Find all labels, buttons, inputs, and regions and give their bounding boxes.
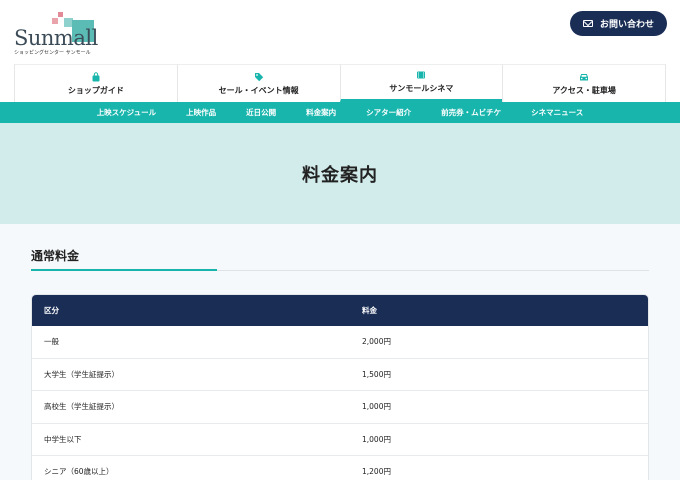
subnav-pricing[interactable]: 料金案内 [291, 107, 351, 118]
column-header-category: 区分 [44, 306, 59, 315]
logo-square-pink-2 [52, 18, 58, 24]
logo-wordmark: Sunmall [14, 26, 98, 50]
row-category: 一般 [44, 337, 59, 347]
shopping-bag-icon [92, 71, 100, 81]
sunmall-logo[interactable]: Sunmall ショッピングセンター サンモール [14, 10, 104, 56]
cinema-sub-nav: 上映スケジュール 上映作品 近日公開 料金案内 シアター紹介 前売券・ムビチケ … [0, 102, 680, 123]
subnav-cinema-news[interactable]: シネマニュース [516, 107, 598, 118]
site-header: Sunmall ショッピングセンター サンモール お問い合わせ [0, 0, 680, 64]
row-price: 1,500円 [362, 369, 391, 379]
mainnav-label: サンモールシネマ [389, 84, 454, 93]
subnav-advance-tickets[interactable]: 前売券・ムビチケ [426, 107, 516, 118]
tag-icon [254, 72, 263, 81]
logo-subtitle: ショッピングセンター サンモール [14, 50, 91, 56]
mainnav-item-shop-guide[interactable]: ショップガイド [14, 64, 177, 102]
table-row: 大学生（学生証提示） 1,500円 [32, 359, 648, 391]
row-category: 高校生（学生証提示） [44, 402, 119, 412]
row-price: 1,000円 [362, 434, 391, 444]
subnav-coming-soon[interactable]: 近日公開 [231, 107, 291, 118]
table-header: 区分 料金 [32, 295, 648, 326]
contact-button-label: お問い合わせ [599, 20, 654, 30]
row-category: 大学生（学生証提示） [44, 369, 119, 379]
row-category: シニア（60歳以上） [44, 467, 114, 477]
section-divider-accent [31, 269, 217, 271]
car-icon [580, 73, 589, 80]
subnav-theater[interactable]: シアター紹介 [351, 107, 426, 118]
contact-button[interactable]: お問い合わせ [570, 11, 667, 36]
main-nav: ショップガイド セール・イベント情報 サンモールシネマ アクセス・駐車場 [14, 64, 666, 102]
logo-square-pink [58, 12, 63, 17]
film-icon [417, 71, 426, 79]
section-title: 通常料金 [31, 249, 80, 263]
row-price: 1,000円 [362, 402, 391, 412]
column-header-price: 料金 [362, 306, 377, 315]
row-price: 2,000円 [362, 337, 391, 347]
pricing-table: 区分 料金 一般 2,000円 大学生（学生証提示） 1,500円 高校生（学生… [31, 294, 649, 480]
page-hero: 料金案内 [0, 123, 680, 224]
table-row: 中学生以下 1,000円 [32, 424, 648, 456]
subnav-schedule[interactable]: 上映スケジュール [82, 107, 171, 118]
mail-icon [582, 20, 593, 27]
page-title: 料金案内 [302, 164, 378, 186]
mainnav-item-cinema[interactable]: サンモールシネマ [339, 64, 503, 102]
mainnav-label: アクセス・駐車場 [552, 85, 616, 95]
mainnav-item-access-parking[interactable]: アクセス・駐車場 [502, 64, 666, 102]
table-row: 高校生（学生証提示） 1,000円 [32, 391, 648, 424]
table-row: シニア（60歳以上） 1,200円 [32, 456, 648, 480]
main-content: 通常料金 区分 料金 一般 2,000円 大学生（学生証提示） 1,500円 高… [0, 224, 680, 480]
table-row: 一般 2,000円 [32, 326, 648, 359]
mainnav-label: ショップガイド [67, 85, 124, 95]
row-category: 中学生以下 [44, 434, 82, 444]
row-price: 1,200円 [362, 467, 391, 477]
mainnav-item-sale-events[interactable]: セール・イベント情報 [176, 64, 340, 102]
subnav-now-showing[interactable]: 上映作品 [171, 107, 231, 118]
mainnav-label: セール・イベント情報 [218, 85, 299, 95]
